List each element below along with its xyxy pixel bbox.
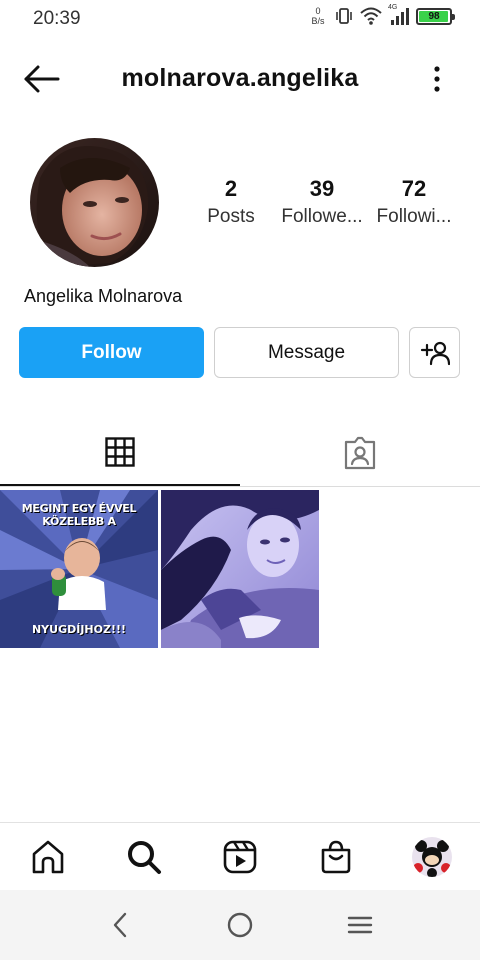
status-bar: 20:39 0 B/s 4G 98 xyxy=(0,0,480,38)
battery-level: 98 xyxy=(428,10,440,22)
cell-signal-icon xyxy=(391,8,409,25)
nav-home[interactable] xyxy=(26,835,70,879)
stat-following-label: Followi... xyxy=(376,206,452,227)
nav-shop[interactable] xyxy=(314,835,358,879)
stat-following[interactable]: 72 Followi... xyxy=(366,175,462,231)
profile-actions: Follow Message xyxy=(19,327,460,379)
stat-posts-label: Posts xyxy=(207,206,255,227)
stat-followers-label: Followe... xyxy=(281,206,363,227)
vibrate-icon xyxy=(336,8,352,24)
cell-signal: 4G xyxy=(388,4,410,26)
stat-followers-count: 39 xyxy=(309,176,335,201)
photo-image xyxy=(161,490,319,648)
system-home-button[interactable] xyxy=(222,907,258,943)
home-circle-icon xyxy=(227,912,253,938)
wifi-icon xyxy=(360,7,382,25)
network-speed: 0 B/s xyxy=(308,6,328,26)
network-speed-value: 0 xyxy=(315,6,321,16)
meme-bottom-text: NYUGDÍJHOZ!!! xyxy=(31,623,127,636)
follow-button[interactable]: Follow xyxy=(19,327,204,378)
nav-reels[interactable] xyxy=(218,835,262,879)
network-speed-unit: B/s xyxy=(311,16,325,26)
status-icons: 0 B/s 4G 98 xyxy=(308,4,455,26)
post-thumbnail-1[interactable]: MEGINT EGY ÉVVEL KÖZELEBB A NYUGDÍJHOZ!!… xyxy=(0,490,158,648)
tab-tagged[interactable] xyxy=(240,420,480,486)
more-vertical-icon xyxy=(434,66,440,92)
battery-tip xyxy=(452,13,455,20)
display-name: Angelika Molnarova xyxy=(24,286,183,306)
profile-header: molnarova.angelika xyxy=(0,50,480,108)
system-back-button[interactable] xyxy=(102,907,138,943)
status-time: 20:39 xyxy=(33,8,81,29)
stat-posts-count: 2 xyxy=(224,176,238,201)
battery-icon: 98 xyxy=(416,7,455,25)
grid-icon xyxy=(105,437,135,467)
recents-menu-icon xyxy=(347,916,373,934)
system-recents-button[interactable] xyxy=(342,907,378,943)
profile-stats: 2 Posts 39 Followe... 72 Followi... xyxy=(190,175,470,245)
system-navigation-bar xyxy=(0,890,480,960)
search-icon xyxy=(128,841,161,874)
stat-posts[interactable]: 2 Posts xyxy=(183,175,279,231)
nav-profile[interactable] xyxy=(410,835,454,879)
profile-avatar-small xyxy=(412,837,452,877)
tagged-user-icon xyxy=(344,436,376,470)
home-icon xyxy=(32,840,64,874)
tab-posts-grid[interactable] xyxy=(0,420,240,486)
page-title-username: molnarova.angelika xyxy=(121,64,359,92)
profile-photo xyxy=(30,138,159,267)
profile-tabs xyxy=(0,420,480,487)
post-thumbnail-2[interactable] xyxy=(161,490,319,648)
add-user-icon xyxy=(420,341,450,365)
stat-following-count: 72 xyxy=(401,176,427,201)
reels-icon xyxy=(223,840,257,874)
suggested-users-button[interactable] xyxy=(409,327,460,378)
nav-search[interactable] xyxy=(122,835,166,879)
message-button[interactable]: Message xyxy=(214,327,399,378)
shop-icon xyxy=(321,840,351,874)
meme-top-text: MEGINT EGY ÉVVEL KÖZELEBB A xyxy=(21,502,137,528)
back-chevron-icon xyxy=(113,912,127,938)
profile-avatar[interactable] xyxy=(30,138,159,267)
bottom-navigation xyxy=(0,822,480,890)
more-options-button[interactable] xyxy=(428,64,446,94)
stat-followers[interactable]: 39 Followe... xyxy=(274,175,370,231)
